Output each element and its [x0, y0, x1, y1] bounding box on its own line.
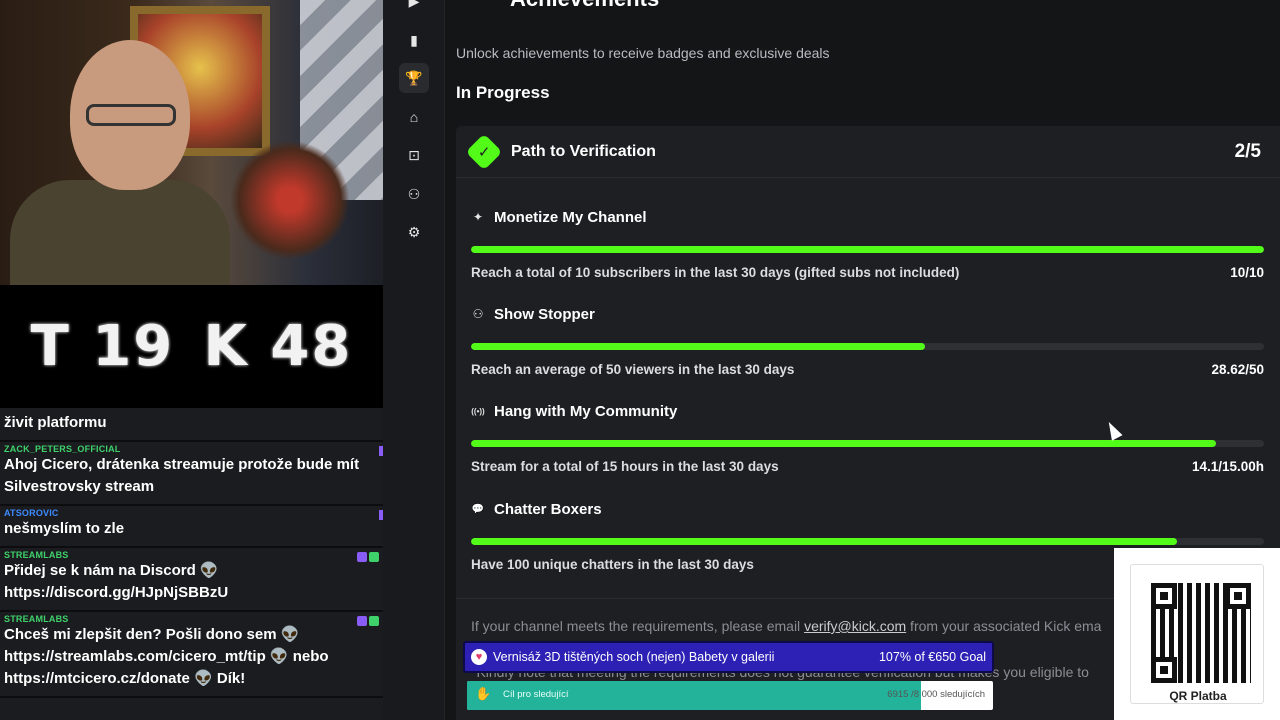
progress-fill: [471, 538, 1177, 545]
goal-percent: 107% of €650 Goal: [878, 650, 986, 664]
achievement-title: Chatter Boxers: [494, 500, 602, 518]
sidebar: ▶ ▮ 🏆 ⌂ ⊡ ⚇ ⚙: [383, 0, 445, 720]
qr-finder: [1225, 583, 1251, 609]
screen: T 19 K 48 živit platformu ZACK_PETERS_OF…: [0, 0, 1280, 720]
progress-fill: [471, 440, 1217, 447]
card-progress-count: 2/5: [1234, 140, 1261, 162]
chat-text: Přidej se k nám na Discord 👽 https://dis…: [4, 562, 229, 601]
sub-badge-icon: [357, 616, 367, 626]
chat-message: ATSOROVIC nešmyslím to zle: [0, 506, 383, 548]
score-left: T 19: [30, 314, 175, 379]
chat-username[interactable]: ATSOROVIC: [4, 508, 379, 518]
progress-bar: [471, 440, 1264, 447]
cake-icon[interactable]: ⌂: [399, 102, 429, 132]
donation-goal-banner: ♥ Vernisáž 3D tištěných soch (nejen) Bab…: [463, 641, 994, 673]
score-right: K 48: [203, 314, 353, 379]
trophy-icon[interactable]: 🏆: [399, 63, 429, 93]
glasses: [86, 104, 176, 126]
qr-finder: [1151, 583, 1177, 609]
chat-message: STREAMLABS Chceš mi zlepšit den? Pošli d…: [0, 612, 383, 698]
chat-text: nešmyslím to zle: [4, 520, 125, 537]
chat-bubble-icon: 💬: [471, 503, 485, 515]
chat-text: Ahoj Cicero, drátenka streamuje protože …: [4, 456, 360, 495]
flowers: [230, 140, 350, 260]
sparkle-icon: ✦: [472, 210, 484, 224]
achievement-desc: Reach a total of 10 subscribers in the l…: [471, 265, 960, 280]
sub-badge-icon: [357, 552, 367, 562]
mod-badge-icon: [369, 616, 379, 626]
achievement-desc: Stream for a total of 15 hours in the la…: [471, 459, 779, 474]
verification-note: If your channel meets the requirements, …: [471, 618, 1102, 634]
section-heading: In Progress: [456, 83, 550, 102]
page-subtitle: Unlock achievements to receive badges an…: [456, 45, 830, 61]
achievement-value: 14.1/15.00h: [1191, 459, 1264, 474]
analytics-icon[interactable]: ▮: [399, 25, 429, 55]
goal-title: Vernisáž 3D tištěných soch (nejen) Babet…: [493, 649, 775, 664]
gear-icon[interactable]: ⚙: [399, 217, 429, 247]
chat-message: ZACK_PETERS_OFFICIAL Ahoj Cicero, dráten…: [0, 442, 383, 506]
achievement-title: Hang with My Community: [494, 402, 678, 420]
follower-goal-label: Cíl pro sledující: [503, 689, 569, 700]
progress-bar: [471, 343, 1264, 350]
achievement-title: Show Stopper: [494, 305, 595, 323]
viewers-icon: ⚇: [472, 307, 484, 321]
achievement-value: 10/10: [1230, 265, 1264, 280]
heart-icon: ♥: [471, 649, 487, 665]
card-title: Path to Verification: [511, 142, 656, 160]
progress-bar: [471, 538, 1264, 545]
follower-goal-bar: ✋ Cíl pro sledující 6915 /8 000 sledujíc…: [467, 681, 993, 710]
follower-goal-count: 6915 /8 000 sledujících: [887, 689, 985, 700]
qr-payment-widget: QR Platba: [1114, 548, 1280, 720]
card-header[interactable]: ✓ Path to Verification 2/5: [456, 126, 1280, 178]
achievement-desc: Have 100 unique chatters in the last 30 …: [471, 557, 754, 572]
chat-panel: živit platformu ZACK_PETERS_OFFICIAL Aho…: [0, 408, 383, 720]
progress-bar: [471, 246, 1264, 253]
users-icon[interactable]: ⚇: [399, 179, 429, 209]
streamer-body: [10, 180, 230, 285]
scoreboard: T 19 K 48: [0, 285, 383, 408]
achievement-item: ⚇ Show Stopper Reach an average of 50 vie…: [471, 304, 1264, 377]
heart-hand-icon: ✋: [475, 686, 492, 701]
page-title: Achievements: [510, 0, 659, 12]
chat-username[interactable]: STREAMLABS: [4, 614, 379, 624]
chat-text: Chceš mi zlepšit den? Pošli dono sem 👽 h…: [4, 626, 329, 687]
qr-label: QR Platba: [1169, 689, 1227, 703]
chat-username[interactable]: STREAMLABS: [4, 550, 379, 560]
achievement-item: ✦ Monetize My Channel Reach a total of 10…: [471, 207, 1264, 280]
broadcast-icon: ((•)): [471, 406, 485, 416]
verified-badge-icon: ✓: [465, 133, 503, 170]
webcam-feed: [0, 0, 383, 285]
progress-fill: [471, 343, 925, 350]
play-icon[interactable]: ▶: [399, 0, 429, 16]
chat-message: STREAMLABS Přidej se k nám na Discord 👽 …: [0, 548, 383, 612]
verify-email-link[interactable]: verify@kick.com: [804, 618, 906, 634]
qr-finder: [1151, 657, 1177, 683]
chat-text: živit platformu: [4, 414, 107, 431]
achievement-title: Monetize My Channel: [494, 208, 647, 226]
achievement-item: ((•)) Hang with My Community Stream for a…: [471, 401, 1264, 474]
achievement-desc: Reach an average of 50 viewers in the la…: [471, 362, 795, 377]
progress-fill: [471, 246, 1264, 253]
chat-username[interactable]: ZACK_PETERS_OFFICIAL: [4, 444, 379, 454]
chat-message: živit platformu: [0, 408, 383, 442]
mod-badge-icon: [369, 552, 379, 562]
screen-capture-icon[interactable]: ⊡: [399, 140, 429, 170]
achievement-value: 28.62/50: [1211, 362, 1264, 377]
